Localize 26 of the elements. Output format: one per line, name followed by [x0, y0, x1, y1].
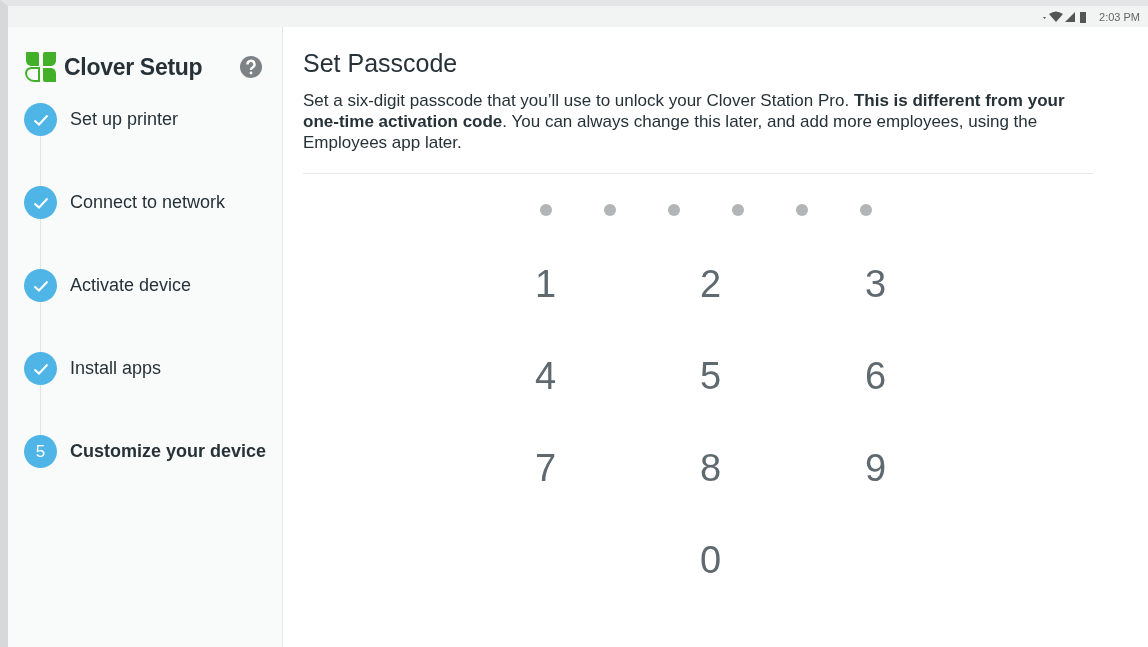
keypad-key[interactable]: 4: [463, 330, 628, 422]
step-label: Activate device: [70, 275, 192, 296]
keypad-key[interactable]: 1: [463, 238, 628, 330]
checkmark-icon: [32, 279, 49, 292]
keypad-key[interactable]: 7: [463, 422, 628, 514]
keypad-key[interactable]: 9: [793, 422, 958, 514]
keypad-key[interactable]: 3: [793, 238, 958, 330]
keypad-key[interactable]: 8: [628, 422, 793, 514]
help-icon[interactable]: [240, 56, 262, 78]
status-time: 2:03 PM: [1099, 10, 1140, 23]
page-title: Set Passcode: [303, 49, 459, 78]
step-label: Customize your device: [70, 441, 267, 462]
checkmark-icon: [32, 196, 49, 209]
clover-logo-icon: [24, 51, 58, 83]
description: Set a six-digit passcode that you’ll use to unlock your Clover Station Pro. This is different from your one-time activation code. You can always change this later, and add more employees, using the Employees app later.: [303, 90, 1093, 174]
checkmark-icon: [32, 113, 49, 126]
step-label: Set up printer: [70, 109, 179, 130]
step-number: 5: [24, 435, 57, 468]
keypad-key[interactable]: 0: [628, 514, 793, 606]
keypad-key[interactable]: 5: [628, 330, 793, 422]
app-title: Clover Setup: [64, 53, 204, 81]
keypad-key[interactable]: 6: [793, 330, 958, 422]
step-label: Install apps: [70, 358, 162, 379]
checkmark-icon: [32, 362, 49, 375]
keypad-key[interactable]: 2: [628, 238, 793, 330]
step-label: Connect to network: [70, 192, 226, 213]
